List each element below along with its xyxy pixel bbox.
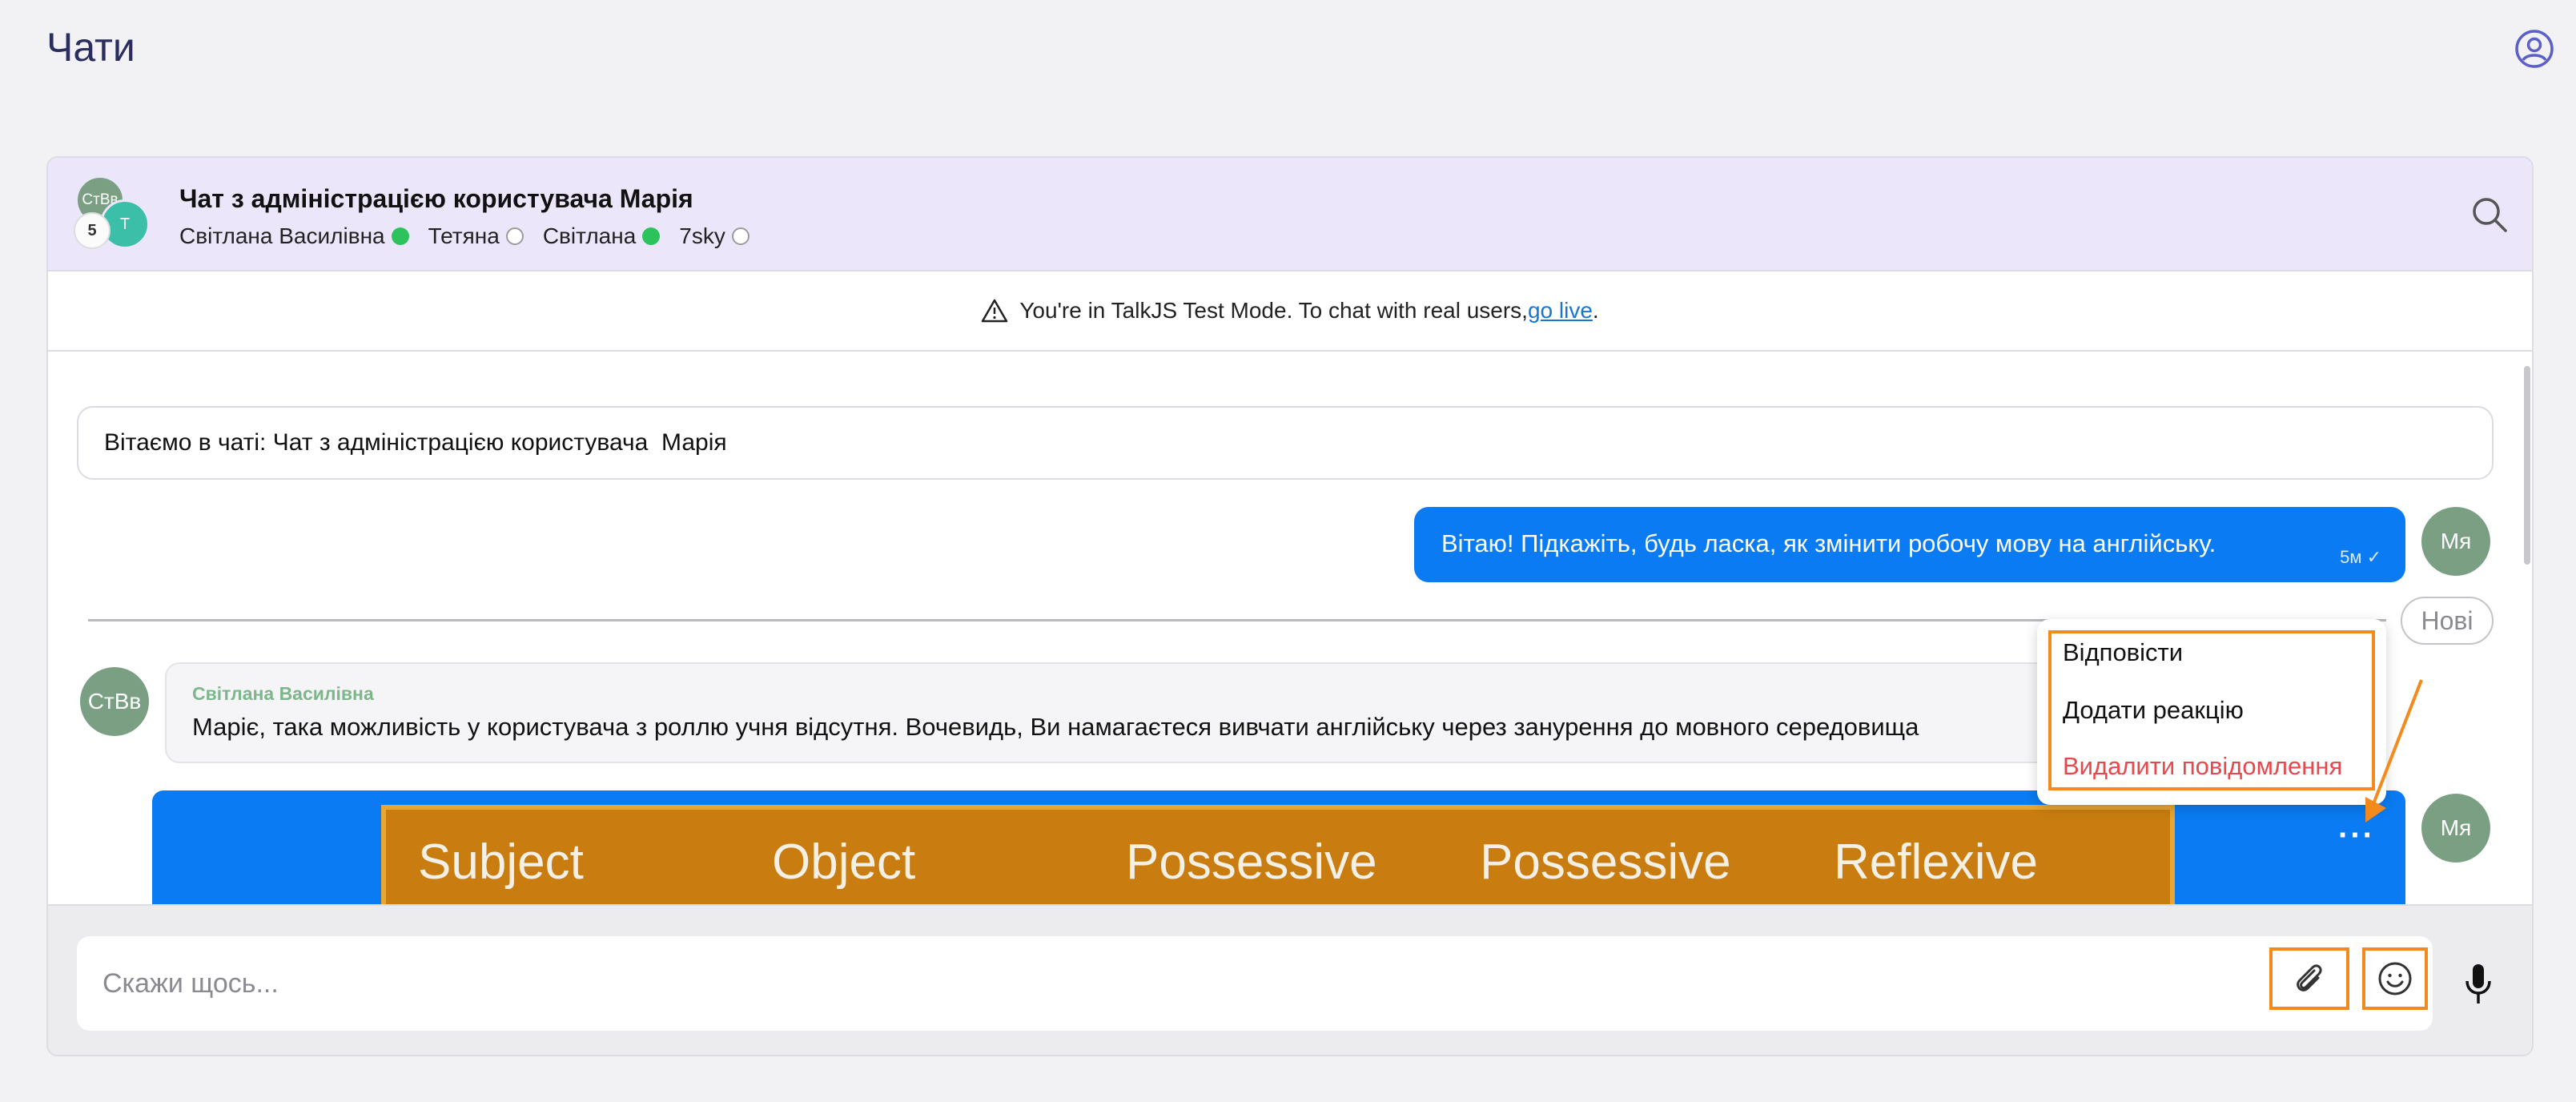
voice-message-button[interactable] xyxy=(2458,962,2498,1007)
message-context-menu: Відповісти Додати реакцію Видалити повід… xyxy=(2037,619,2386,805)
emoji-button[interactable] xyxy=(2362,947,2428,1010)
reply-menu-item[interactable]: Відповісти xyxy=(2063,638,2183,667)
participant-count-badge: 5 xyxy=(74,212,111,249)
welcome-message: Вітаємо в чаті: Чат з адміністрацією кор… xyxy=(77,406,2494,480)
offline-status-icon xyxy=(505,227,524,245)
image-text: Object xyxy=(772,835,916,890)
page-title: Чати xyxy=(46,25,135,70)
test-mode-text: You're in TalkJS Test Mode. To chat with… xyxy=(1019,298,1528,323)
sender-name: Світлана Василівна xyxy=(192,683,374,704)
microphone-icon xyxy=(2465,964,2491,1003)
message-text: Вітаю! Підкажіть, будь ласка, як змінити… xyxy=(1441,529,2216,557)
arrow-icon xyxy=(2365,679,2423,822)
test-mode-suffix: . xyxy=(1592,298,1599,323)
message-input-box[interactable] xyxy=(77,936,2433,1031)
online-status-icon xyxy=(391,227,409,245)
chat-panel: СтВв Т 5 Чат з адміністрацією користувач… xyxy=(46,156,2534,1056)
participant-name: Світлана Василівна xyxy=(179,223,385,248)
message-text: Маріє, така можливість у користувача з р… xyxy=(192,713,1919,741)
participant-item: Світлана Василівна xyxy=(179,223,409,249)
image-text: Possessive xyxy=(1480,835,1731,890)
incoming-message[interactable]: Світлана Василівна Маріє, така можливіст… xyxy=(165,662,2167,763)
image-text: Reflexive xyxy=(1834,835,2038,890)
offline-status-icon xyxy=(731,227,749,245)
message-timestamp: 5м ✓ xyxy=(2340,547,2381,567)
participant-name: Тетяна xyxy=(428,223,500,248)
participant-item: Світлана xyxy=(542,223,661,249)
user-circle-icon[interactable] xyxy=(2514,29,2554,69)
participant-name: 7sky xyxy=(679,223,725,248)
outgoing-message[interactable]: Вітаю! Підкажіть, будь ласка, як змінити… xyxy=(1414,507,2405,582)
message-input[interactable] xyxy=(102,967,2184,999)
image-text: Subject xyxy=(418,835,584,890)
warning-icon xyxy=(982,299,1008,323)
online-status-icon xyxy=(642,227,661,245)
attach-file-button[interactable] xyxy=(2269,947,2349,1010)
participant-name: Світлана xyxy=(542,223,637,248)
test-mode-banner: You're in TalkJS Test Mode. To chat with… xyxy=(48,271,2532,352)
participant-item: Тетяна xyxy=(428,223,524,249)
sender-avatar: СтВв xyxy=(80,667,149,736)
go-live-link[interactable]: go live xyxy=(1528,298,1593,324)
new-messages-label: Нові xyxy=(2401,597,2494,645)
paperclip-icon xyxy=(2297,964,2322,991)
image-text: Possessive xyxy=(1126,835,1377,890)
my-avatar: Мя xyxy=(2421,507,2490,576)
scrollbar-thumb[interactable] xyxy=(2524,366,2530,565)
delete-message-menu-item[interactable]: Видалити повідомлення xyxy=(2063,752,2342,781)
search-icon[interactable] xyxy=(2470,195,2510,235)
chat-title: Чат з адміністрацією користувача Марія xyxy=(179,184,693,213)
participant-list: Світлана Василівна Тетяна Світлана 7sky xyxy=(179,223,769,249)
add-reaction-menu-item[interactable]: Додати реакцію xyxy=(2063,696,2244,725)
chat-header: СтВв Т 5 Чат з адміністрацією користувач… xyxy=(48,158,2532,271)
message-composer xyxy=(48,904,2532,1055)
emoji-icon xyxy=(2378,962,2412,995)
participant-item: 7sky xyxy=(679,223,749,249)
